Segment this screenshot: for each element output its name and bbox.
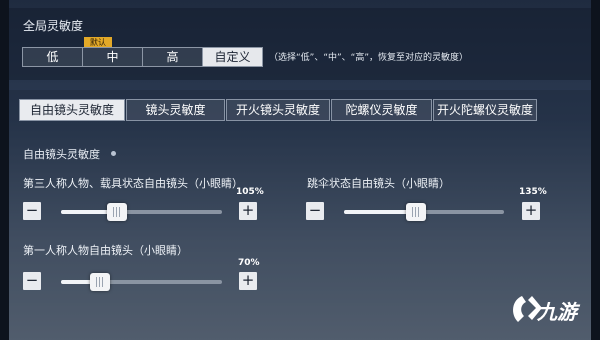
slider-third-person-track[interactable] [61, 203, 222, 221]
slider-first-person-value: 70% [238, 258, 260, 268]
preset-custom-button[interactable]: 自定义 [202, 47, 263, 67]
tab-camera[interactable]: 镜头灵敏度 [126, 99, 225, 121]
slider-third-person-value: 105% [236, 187, 264, 197]
slider-third-person-thumb[interactable] [107, 203, 128, 221]
slider-third-person-minus-button[interactable]: − [23, 202, 41, 220]
tab-fire-camera[interactable]: 开火镜头灵敏度 [226, 99, 330, 121]
free-camera-section-title: 自由镜头灵敏度 [23, 148, 100, 161]
tab-gyroscope[interactable]: 陀螺仪灵敏度 [331, 99, 432, 121]
tab-fire-gyroscope[interactable]: 开火陀螺仪灵敏度 [433, 99, 537, 121]
section-dot [111, 151, 116, 156]
right-frame-edge [591, 0, 600, 340]
slider-first-person-plus-button[interactable]: + [239, 272, 257, 290]
left-frame-edge [0, 0, 9, 340]
watermark-text: 九游 [537, 300, 577, 324]
settings-screen: 全局灵敏度 默认 低 中 高 自定义 （选择“低”、“中”、“高”，恢复至对应的… [0, 0, 600, 340]
slider-third-person-label: 第三人称人物、载具状态自由镜头（小眼睛） [23, 177, 243, 190]
slider-parachute-plus-button[interactable]: + [522, 202, 540, 220]
slider-parachute-track[interactable] [344, 203, 504, 221]
slider-first-person-minus-button[interactable]: − [23, 272, 41, 290]
global-sensitivity-title: 全局灵敏度 [23, 19, 84, 33]
detail-sensitivity-panel [9, 90, 591, 340]
slider-parachute-minus-button[interactable]: − [306, 202, 324, 220]
slider-first-person-label: 第一人称人物自由镜头（小眼睛） [23, 244, 188, 257]
slider-first-person-thumb[interactable] [89, 273, 110, 291]
slider-parachute-label: 跳伞状态自由镜头（小眼睛） [307, 177, 450, 190]
slider-parachute-thumb[interactable] [406, 203, 426, 221]
slider-first-person-track[interactable] [61, 273, 222, 291]
slider-third-person-plus-button[interactable]: + [239, 202, 257, 220]
preset-high-button[interactable]: 高 [142, 47, 203, 67]
preset-hint-text: （选择“低”、“中”、“高”，恢复至对应的灵敏度） [269, 53, 468, 63]
preset-medium-button[interactable]: 中 [82, 47, 143, 67]
slider-parachute-value: 135% [519, 187, 547, 197]
preset-low-button[interactable]: 低 [22, 47, 83, 67]
tab-free-camera[interactable]: 自由镜头灵敏度 [19, 99, 125, 121]
